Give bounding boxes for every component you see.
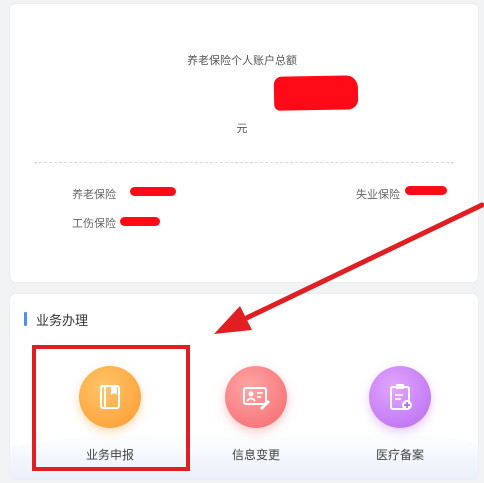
annotation-arrow (214, 202, 484, 334)
